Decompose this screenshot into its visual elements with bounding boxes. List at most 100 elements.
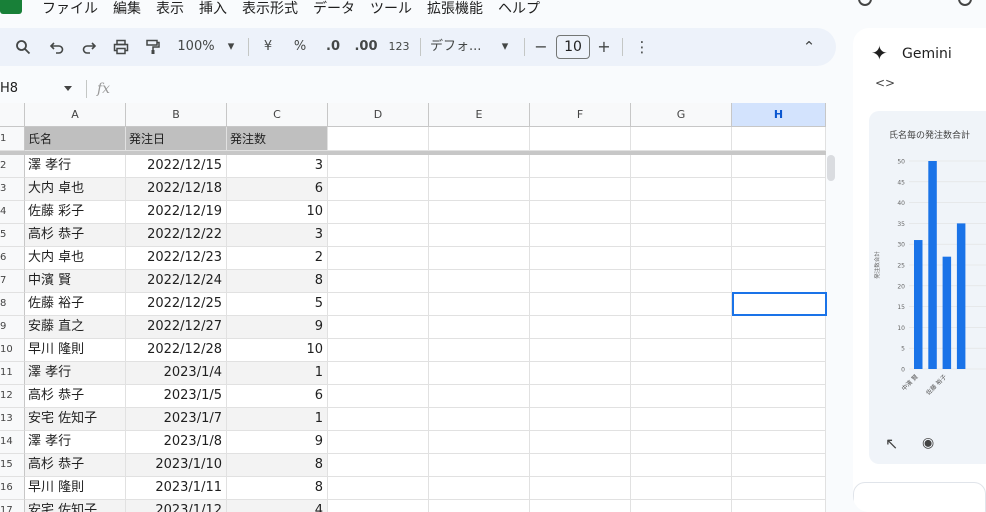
name-cell[interactable]: 安宅 佐知子 (25, 408, 126, 431)
name-cell[interactable]: 佐藤 裕子 (25, 293, 126, 316)
font-dropdown-icon[interactable]: ▾ (498, 28, 512, 66)
quantity-cell[interactable]: 3 (227, 155, 328, 178)
column-header-b[interactable]: B (126, 103, 227, 127)
table-cell[interactable] (530, 454, 631, 477)
table-cell[interactable] (429, 408, 530, 431)
table-cell[interactable] (732, 178, 826, 201)
table-cell[interactable] (429, 316, 530, 339)
name-box[interactable]: H8 (0, 78, 78, 100)
table-cell[interactable] (732, 127, 826, 151)
row-header[interactable]: 10 (0, 339, 25, 362)
row-header[interactable]: 16 (0, 477, 25, 500)
select-all-corner[interactable] (0, 103, 25, 127)
table-cell[interactable] (429, 224, 530, 247)
row-header[interactable]: 3 (0, 178, 25, 201)
name-cell[interactable]: 佐藤 彩子 (25, 201, 126, 224)
table-cell[interactable] (530, 224, 631, 247)
date-cell[interactable]: 2023/1/4 (126, 362, 227, 385)
table-cell[interactable] (631, 224, 732, 247)
table-cell[interactable] (530, 500, 631, 512)
table-cell[interactable] (530, 293, 631, 316)
quantity-cell[interactable]: 6 (227, 178, 328, 201)
date-cell[interactable]: 2022/12/23 (126, 247, 227, 270)
table-cell[interactable] (631, 178, 732, 201)
table-cell[interactable] (631, 201, 732, 224)
column-header-g[interactable]: G (631, 103, 732, 127)
paint-format-icon[interactable] (142, 28, 164, 66)
table-cell[interactable] (429, 155, 530, 178)
row-header[interactable]: 6 (0, 247, 25, 270)
decrease-decimal-button[interactable]: .0 (320, 28, 346, 66)
table-cell[interactable] (328, 316, 429, 339)
table-cell[interactable] (328, 247, 429, 270)
preview-icon[interactable]: ◉ (922, 435, 934, 451)
column-header-h[interactable]: H (732, 103, 826, 127)
menu-item[interactable]: ファイル (42, 0, 98, 18)
table-cell[interactable] (732, 316, 826, 339)
expand-icon[interactable]: ↖ (885, 434, 898, 453)
table-cell[interactable] (429, 293, 530, 316)
table-cell[interactable] (631, 385, 732, 408)
font-select[interactable]: デフォ... (430, 28, 496, 66)
quantity-cell[interactable]: 4 (227, 500, 328, 512)
selected-cell-h8[interactable] (732, 292, 827, 316)
table-cell[interactable] (631, 127, 732, 151)
increase-font-size-button[interactable]: + (595, 28, 613, 66)
date-cell[interactable]: 2023/1/11 (126, 477, 227, 500)
table-cell[interactable] (328, 431, 429, 454)
table-cell[interactable] (429, 339, 530, 362)
table-cell[interactable] (732, 454, 826, 477)
date-cell[interactable]: 2022/12/24 (126, 270, 227, 293)
currency-format-button[interactable]: ¥ (258, 28, 278, 66)
table-cell[interactable] (429, 477, 530, 500)
date-cell[interactable]: 2022/12/22 (126, 224, 227, 247)
table-cell[interactable] (732, 155, 826, 178)
code-icon[interactable]: <> (875, 76, 895, 90)
name-cell[interactable]: 安藤 直之 (25, 316, 126, 339)
menu-item[interactable]: 拡張機能 (427, 0, 483, 18)
table-cell[interactable] (530, 155, 631, 178)
table-cell[interactable] (732, 500, 826, 512)
quantity-cell[interactable]: 9 (227, 316, 328, 339)
name-cell[interactable]: 早川 隆則 (25, 477, 126, 500)
row-header[interactable]: 9 (0, 316, 25, 339)
table-cell[interactable] (328, 500, 429, 512)
table-cell[interactable] (631, 155, 732, 178)
column-header-a[interactable]: A (25, 103, 126, 127)
date-cell[interactable]: 2023/1/12 (126, 500, 227, 512)
name-cell[interactable]: 澤 孝行 (25, 362, 126, 385)
account-icon[interactable] (958, 0, 972, 6)
name-cell[interactable]: 中濱 賢 (25, 270, 126, 293)
table-cell[interactable] (429, 127, 530, 151)
menu-item[interactable]: データ (313, 0, 355, 18)
date-cell[interactable]: 2023/1/10 (126, 454, 227, 477)
table-cell[interactable] (631, 454, 732, 477)
table-cell[interactable] (328, 362, 429, 385)
quantity-cell[interactable]: 8 (227, 270, 328, 293)
table-cell[interactable] (631, 431, 732, 454)
table-cell[interactable] (732, 408, 826, 431)
table-cell[interactable] (530, 247, 631, 270)
quantity-cell[interactable]: 10 (227, 201, 328, 224)
table-cell[interactable] (328, 385, 429, 408)
table-cell[interactable] (530, 178, 631, 201)
date-cell[interactable]: 2023/1/7 (126, 408, 227, 431)
table-cell[interactable] (732, 385, 826, 408)
row-header[interactable]: 15 (0, 454, 25, 477)
row-header[interactable]: 8 (0, 293, 25, 316)
table-cell[interactable] (429, 270, 530, 293)
table-cell[interactable] (631, 362, 732, 385)
column-header-f[interactable]: F (530, 103, 631, 127)
quantity-cell[interactable]: 5 (227, 293, 328, 316)
header-cell[interactable]: 発注日 (126, 127, 227, 151)
date-cell[interactable]: 2023/1/8 (126, 431, 227, 454)
table-cell[interactable] (328, 408, 429, 431)
header-cell[interactable]: 氏名 (25, 127, 126, 151)
name-cell[interactable]: 澤 孝行 (25, 431, 126, 454)
decrease-font-size-button[interactable]: − (532, 28, 550, 66)
quantity-cell[interactable]: 10 (227, 339, 328, 362)
table-cell[interactable] (429, 178, 530, 201)
quantity-cell[interactable]: 1 (227, 362, 328, 385)
zoom-select[interactable]: 100% (172, 28, 220, 66)
table-cell[interactable] (530, 431, 631, 454)
